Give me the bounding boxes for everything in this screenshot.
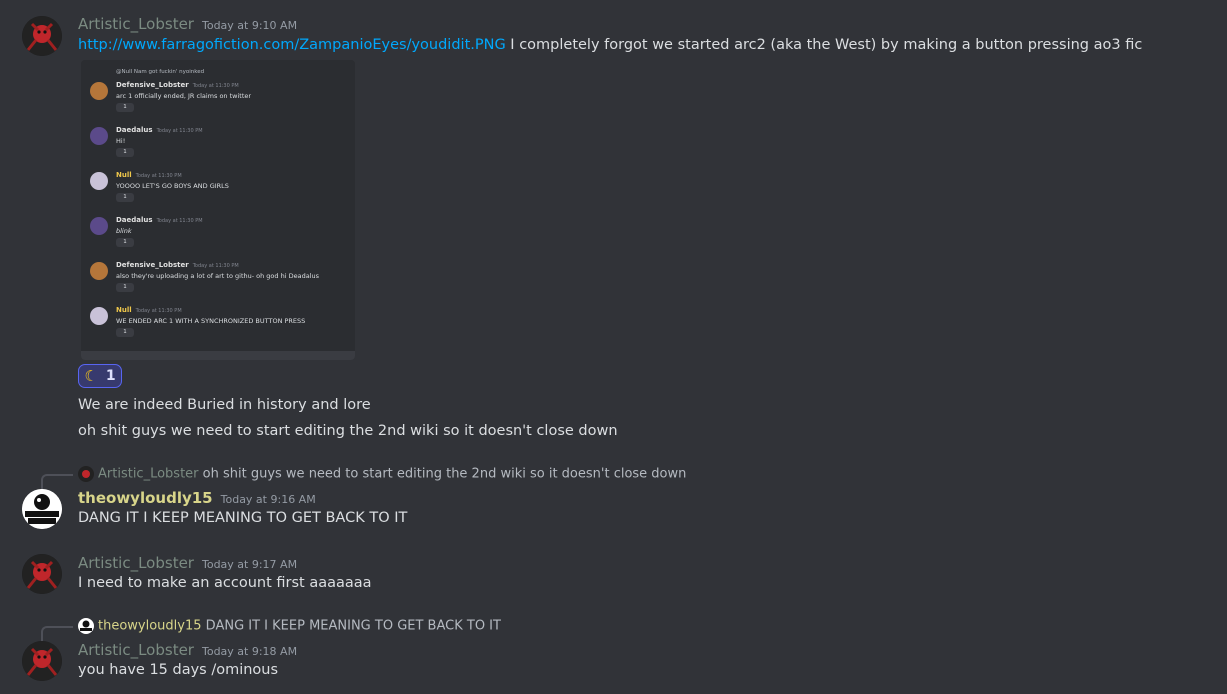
username[interactable]: Artistic_Lobster xyxy=(78,15,194,33)
embed-text: WE ENDED ARC 1 WITH A SYNCHRONIZED BUTTO… xyxy=(116,317,306,325)
embed-text: blink xyxy=(116,227,132,235)
lobster-avatar-icon xyxy=(78,466,94,482)
embed-text: also they're uploading a lot of art to g… xyxy=(116,272,319,280)
avatar[interactable] xyxy=(22,554,62,594)
timestamp: Today at 9:18 AM xyxy=(201,645,298,658)
reply-author: theowyloudly15 xyxy=(98,618,202,634)
avatar-icon xyxy=(90,217,108,235)
embed-cutoff-row xyxy=(81,351,355,360)
reply-preview[interactable]: theowyloudly15 DANG IT I KEEP MEANING TO… xyxy=(78,618,501,634)
avatar-icon xyxy=(90,127,108,145)
reply-author: Artistic_Lobster xyxy=(98,466,199,482)
crescent-moon-icon: ☾ xyxy=(84,367,98,385)
embed-reaction: 1 xyxy=(116,103,134,112)
avatar[interactable] xyxy=(22,489,62,529)
reply-preview[interactable]: Artistic_Lobster oh shit guys we need to… xyxy=(78,466,686,482)
message-text: you have 15 days /ominous xyxy=(78,662,279,678)
username[interactable]: Artistic_Lobster xyxy=(78,554,194,572)
avatar-icon xyxy=(90,262,108,280)
reply-text: DANG IT I KEEP MEANING TO GET BACK TO IT xyxy=(205,618,501,634)
message-text: DANG IT I KEEP MEANING TO GET BACK TO IT xyxy=(78,510,408,526)
message-link[interactable]: http://www.farragofiction.com/ZampanioEy… xyxy=(78,37,506,53)
embed-text: Hi! xyxy=(116,137,126,145)
embed-reaction: 1 xyxy=(116,283,134,292)
reply-spine xyxy=(41,474,73,490)
username[interactable]: theowyloudly15 xyxy=(78,489,213,507)
avatar[interactable] xyxy=(22,16,62,56)
lobster-avatar-icon xyxy=(22,641,62,681)
username[interactable]: Artistic_Lobster xyxy=(78,641,194,659)
timestamp: Today at 9:10 AM xyxy=(201,19,298,32)
reply-text: oh shit guys we need to start editing th… xyxy=(202,466,687,482)
message-header: Artistic_Lobster Today at 9:18 AM xyxy=(78,640,297,659)
lobster-avatar-icon xyxy=(22,554,62,594)
embed-author: Null Today at 11:30 PM xyxy=(116,306,182,314)
message-text: oh shit guys we need to start editing th… xyxy=(78,423,618,439)
embed-text: arc 1 officially ended, JR claims on twi… xyxy=(116,92,252,100)
message-header: Artistic_Lobster Today at 9:10 AM xyxy=(78,14,297,33)
message-text: I need to make an account first aaaaaaa xyxy=(78,575,372,591)
embed-reaction: 1 xyxy=(116,238,134,247)
message-text: We are indeed Buried in history and lore xyxy=(78,397,371,413)
avatar[interactable] xyxy=(22,641,62,681)
embed-author: Defensive_Lobster Today at 11:30 PM xyxy=(116,81,239,89)
avatar-icon xyxy=(90,307,108,325)
lobster-avatar-icon xyxy=(22,16,62,56)
message-header: theowyloudly15 Today at 9:16 AM xyxy=(78,488,316,507)
embed-reaction: 1 xyxy=(116,328,134,337)
embed-text: YOOOO LET'S GO BOYS AND GIRLS xyxy=(116,182,229,190)
embed-author: Daedalus Today at 11:30 PM xyxy=(116,126,203,134)
embedded-image[interactable]: @Null Nam got fuckin' nyoinked Defensive… xyxy=(81,60,355,360)
embed-author: Daedalus Today at 11:30 PM xyxy=(116,216,203,224)
embed-author: Null Today at 11:30 PM xyxy=(116,171,182,179)
message-content: http://www.farragofiction.com/ZampanioEy… xyxy=(78,37,1142,53)
reply-spine xyxy=(41,626,73,642)
owl-avatar-icon xyxy=(78,618,94,634)
message-header: Artistic_Lobster Today at 9:17 AM xyxy=(78,553,297,572)
avatar-icon xyxy=(90,172,108,190)
reaction-count: 1 xyxy=(105,368,116,384)
reaction-button[interactable]: ☾ 1 xyxy=(78,364,122,388)
timestamp: Today at 9:17 AM xyxy=(201,558,298,571)
timestamp: Today at 9:16 AM xyxy=(220,493,316,506)
message-text: I completely forgot we started arc2 (aka… xyxy=(505,37,1143,53)
owl-avatar-icon xyxy=(22,489,62,529)
embed-author: Defensive_Lobster Today at 11:30 PM xyxy=(116,261,239,269)
embed-reply-header: @Null Nam got fuckin' nyoinked xyxy=(116,69,205,75)
avatar-icon xyxy=(90,82,108,100)
embed-reaction: 1 xyxy=(116,193,134,202)
embed-reaction: 1 xyxy=(116,148,134,157)
